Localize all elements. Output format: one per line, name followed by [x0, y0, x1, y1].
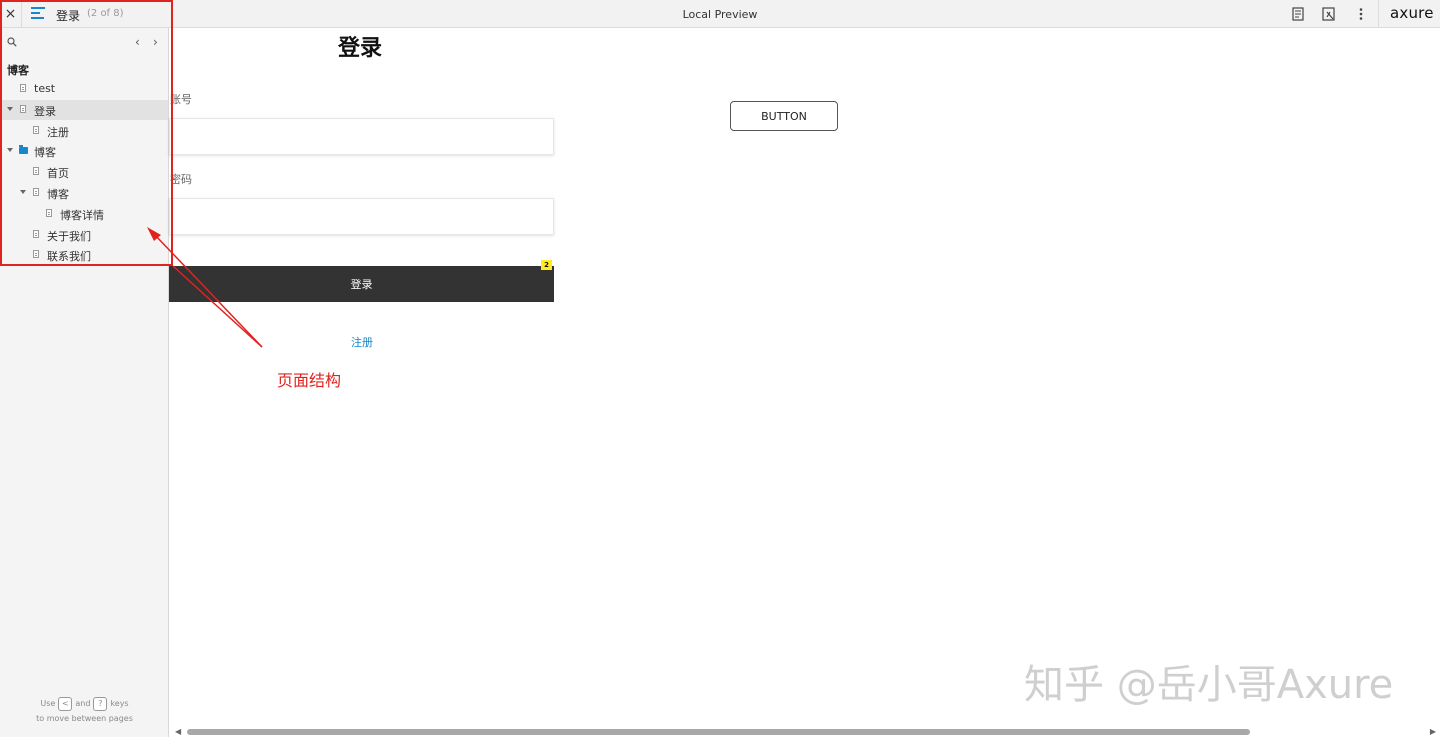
tree-item-contact-us[interactable]: 联系我们 — [0, 245, 168, 265]
scrollbar-thumb[interactable] — [187, 729, 1250, 735]
sitemap-menu-icon[interactable] — [31, 7, 45, 21]
tree-item-about-us[interactable]: 关于我们 — [0, 225, 168, 245]
page-icon — [33, 230, 39, 238]
page-icon — [20, 84, 26, 92]
tree-item-blog[interactable]: 博客 — [0, 183, 168, 203]
tree-item-home[interactable]: 首页 — [0, 162, 168, 182]
tree-item-label: 联系我们 — [47, 250, 91, 263]
password-input[interactable] — [169, 198, 554, 235]
hint-text: keys — [110, 699, 129, 708]
tree-item-label: 登录 — [34, 105, 56, 118]
watermark: 知乎 @岳小哥Axure — [1024, 662, 1394, 708]
page-icon — [46, 209, 52, 217]
page-title: 登录 — [338, 36, 383, 61]
expand-caret-icon[interactable] — [7, 148, 13, 152]
scroll-right-icon[interactable]: ▶ — [1430, 727, 1436, 736]
page-icon — [33, 250, 39, 258]
annotation-arrow — [147, 227, 263, 348]
hint-text: to move between pages — [36, 714, 133, 723]
tree-item-label: 博客 — [47, 188, 69, 201]
annotation-label: 页面结构 — [277, 371, 342, 390]
axure-logo: axure — [1378, 0, 1440, 28]
inspect-icon[interactable] — [1321, 6, 1337, 22]
folder-icon — [19, 145, 28, 154]
tree-item-label: 博客 — [34, 146, 56, 159]
right-key-icon: ? — [93, 696, 108, 711]
tree-item-register[interactable]: 注册 — [0, 121, 168, 141]
tree-item-label: 关于我们 — [47, 230, 91, 243]
tree-item-test[interactable]: test — [0, 79, 168, 99]
current-page-title: 登录 — [56, 9, 81, 23]
page-icon — [20, 105, 26, 113]
tree-item-label: 注册 — [47, 126, 69, 139]
scroll-left-icon[interactable]: ◀ — [175, 727, 181, 736]
tree-item-blog-detail[interactable]: 博客详情 — [0, 204, 168, 224]
hint-text: Use — [40, 699, 56, 708]
expand-caret-icon[interactable] — [20, 190, 26, 194]
project-name: 博客 — [7, 64, 29, 77]
tree-item-label: 首页 — [47, 167, 69, 180]
account-label: 账号 — [170, 93, 192, 106]
login-button[interactable]: 登录 — [169, 266, 554, 302]
outline-button[interactable]: BUTTON — [730, 101, 838, 131]
search-icon[interactable] — [7, 37, 17, 47]
keyboard-hint: Use < and? keys to move between pages — [0, 696, 169, 726]
interaction-badge: 2 — [541, 260, 552, 270]
tree-item-label: test — [34, 82, 56, 95]
top-bar: × 登录 (2 of 8) Local Preview axure — [0, 0, 1440, 28]
more-options-icon[interactable] — [1353, 6, 1369, 22]
left-key-icon: < — [58, 696, 73, 711]
previous-page-button[interactable]: ‹ — [135, 35, 140, 49]
page-count: (2 of 8) — [87, 8, 124, 19]
page-icon — [33, 188, 39, 196]
register-link[interactable]: 注册 — [351, 334, 373, 350]
page-icon — [33, 167, 39, 175]
next-page-button[interactable]: › — [153, 35, 158, 49]
page-icon — [33, 126, 39, 134]
tree-item-login[interactable]: 登录 — [0, 100, 168, 120]
horizontal-scrollbar[interactable]: ◀ ▶ — [169, 726, 1440, 737]
account-input[interactable] — [169, 118, 554, 155]
tree-item-label: 博客详情 — [60, 209, 104, 222]
tree-item-blog-folder[interactable]: 博客 — [0, 141, 168, 161]
hint-text: and — [75, 699, 91, 708]
notes-icon[interactable] — [1290, 6, 1306, 22]
sitemap-panel: ‹ › 博客 test 登录 注册 博客 首页 博客 博客详情 关于我们 联系我… — [0, 28, 169, 737]
password-label: 密码 — [170, 173, 192, 186]
window-title: Local Preview — [682, 8, 758, 21]
close-icon[interactable]: × — [0, 0, 22, 28]
expand-caret-icon[interactable] — [7, 107, 13, 111]
